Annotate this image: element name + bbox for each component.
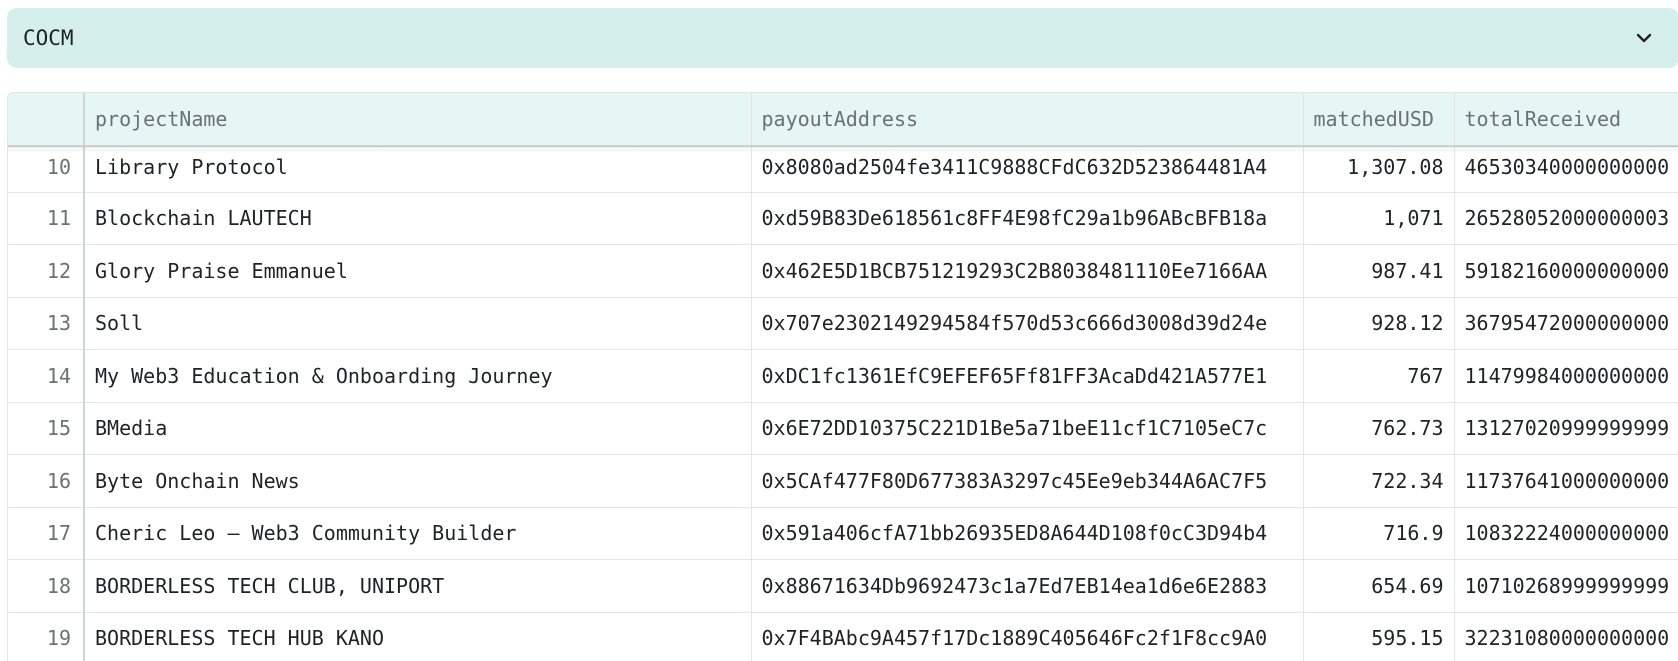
row-index-header: [8, 93, 85, 147]
cell-project-name[interactable]: BORDERLESS TECH HUB KANO: [84, 612, 752, 661]
data-table[interactable]: projectName payoutAddress matchedUSD tot…: [7, 92, 1678, 661]
cell-project-name[interactable]: Soll: [84, 297, 752, 350]
cell-matched-usd[interactable]: 1,071: [1303, 192, 1455, 245]
strategy-select[interactable]: COCM: [7, 8, 1678, 68]
cell-project-name[interactable]: Cheric Leo – Web3 Community Builder: [84, 507, 752, 560]
column-header-totalReceived[interactable]: totalReceived: [1454, 93, 1678, 147]
cell-total-received[interactable]: 10710268999999999: [1454, 559, 1678, 613]
column-header-payoutAddress[interactable]: payoutAddress: [751, 93, 1304, 147]
table-row: 13 Soll 0x707e2302149294584f570d53c666d3…: [8, 297, 1678, 350]
row-index: 19: [8, 612, 85, 661]
cell-total-received[interactable]: 11479984000000000: [1454, 349, 1678, 403]
cell-matched-usd[interactable]: 654.69: [1303, 559, 1455, 613]
cell-matched-usd[interactable]: 595.15: [1303, 612, 1455, 661]
table-row: 10 Library Protocol 0x8080ad2504fe3411C9…: [8, 146, 1678, 193]
cell-matched-usd[interactable]: 987.41: [1303, 244, 1455, 298]
cell-matched-usd[interactable]: 767: [1303, 349, 1455, 403]
table-row: 17 Cheric Leo – Web3 Community Builder 0…: [8, 507, 1678, 560]
cell-project-name[interactable]: Byte Onchain News: [84, 454, 752, 508]
column-header-projectName[interactable]: projectName: [84, 93, 752, 147]
cell-payout-address[interactable]: 0xDC1fc1361EfC9EFEF65Ff81FF3AcaDd421A577…: [751, 349, 1304, 403]
table-row: 16 Byte Onchain News 0x5CAf477F80D677383…: [8, 454, 1678, 508]
cell-project-name[interactable]: Blockchain LAUTECH: [84, 192, 752, 245]
strategy-select-value: COCM: [23, 26, 74, 50]
cell-total-received[interactable]: 11737641000000000: [1454, 454, 1678, 508]
row-index: 18: [8, 559, 85, 613]
row-index: 17: [8, 507, 85, 560]
row-index: 10: [8, 146, 85, 193]
cell-project-name[interactable]: Glory Praise Emmanuel: [84, 244, 752, 298]
cell-payout-address[interactable]: 0x88671634Db9692473c1a7Ed7EB14ea1d6e6E28…: [751, 559, 1304, 613]
cell-payout-address[interactable]: 0xd59B83De618561c8FF4E98fC29a1b96ABcBFB1…: [751, 192, 1304, 245]
cell-total-received[interactable]: 13127020999999999: [1454, 402, 1678, 455]
cell-payout-address[interactable]: 0x8080ad2504fe3411C9888CFdC632D523864481…: [751, 146, 1304, 193]
cell-payout-address[interactable]: 0x7F4BAbc9A457f17Dc1889C405646Fc2f1F8cc9…: [751, 612, 1304, 661]
table-row: 11 Blockchain LAUTECH 0xd59B83De618561c8…: [8, 192, 1678, 245]
table-header-row: projectName payoutAddress matchedUSD tot…: [8, 93, 1678, 147]
table-row: 14 My Web3 Education & Onboarding Journe…: [8, 349, 1678, 403]
row-index: 16: [8, 454, 85, 508]
cell-total-received[interactable]: 59182160000000000: [1454, 244, 1678, 298]
row-index: 11: [8, 192, 85, 245]
cell-matched-usd[interactable]: 1,307.08: [1303, 146, 1455, 193]
cell-matched-usd[interactable]: 762.73: [1303, 402, 1455, 455]
cell-total-received[interactable]: 32231080000000000: [1454, 612, 1678, 661]
cell-project-name[interactable]: Library Protocol: [84, 146, 752, 193]
cell-payout-address[interactable]: 0x462E5D1BCB751219293C2B8038481110Ee7166…: [751, 244, 1304, 298]
cell-total-received[interactable]: 10832224000000000: [1454, 507, 1678, 560]
cell-payout-address[interactable]: 0x591a406cfA71bb26935ED8A644D108f0cC3D94…: [751, 507, 1304, 560]
cell-payout-address[interactable]: 0x6E72DD10375C221D1Be5a71beE11cf1C7105eC…: [751, 402, 1304, 455]
cell-payout-address[interactable]: 0x5CAf477F80D677383A3297c45Ee9eb344A6AC7…: [751, 454, 1304, 508]
cell-project-name[interactable]: My Web3 Education & Onboarding Journey: [84, 349, 752, 403]
column-header-matchedUSD[interactable]: matchedUSD: [1303, 93, 1455, 147]
cell-payout-address[interactable]: 0x707e2302149294584f570d53c666d3008d39d2…: [751, 297, 1304, 350]
chevron-down-icon[interactable]: [1633, 8, 1655, 68]
table-row: 19 BORDERLESS TECH HUB KANO 0x7F4BAbc9A4…: [8, 612, 1678, 661]
cell-matched-usd[interactable]: 928.12: [1303, 297, 1455, 350]
cell-total-received[interactable]: 36795472000000000: [1454, 297, 1678, 350]
row-index: 12: [8, 244, 85, 298]
row-index: 15: [8, 402, 85, 455]
cell-matched-usd[interactable]: 716.9: [1303, 507, 1455, 560]
row-index: 14: [8, 349, 85, 403]
cell-total-received[interactable]: 26528052000000003: [1454, 192, 1678, 245]
cell-total-received[interactable]: 46530340000000000: [1454, 146, 1678, 193]
row-index: 13: [8, 297, 85, 350]
cell-matched-usd[interactable]: 722.34: [1303, 454, 1455, 508]
table-row: 18 BORDERLESS TECH CLUB, UNIPORT 0x88671…: [8, 559, 1678, 613]
cell-project-name[interactable]: BMedia: [84, 402, 752, 455]
cell-project-name[interactable]: BORDERLESS TECH CLUB, UNIPORT: [84, 559, 752, 613]
table-row: 12 Glory Praise Emmanuel 0x462E5D1BCB751…: [8, 244, 1678, 298]
table-row: 15 BMedia 0x6E72DD10375C221D1Be5a71beE11…: [8, 402, 1678, 455]
